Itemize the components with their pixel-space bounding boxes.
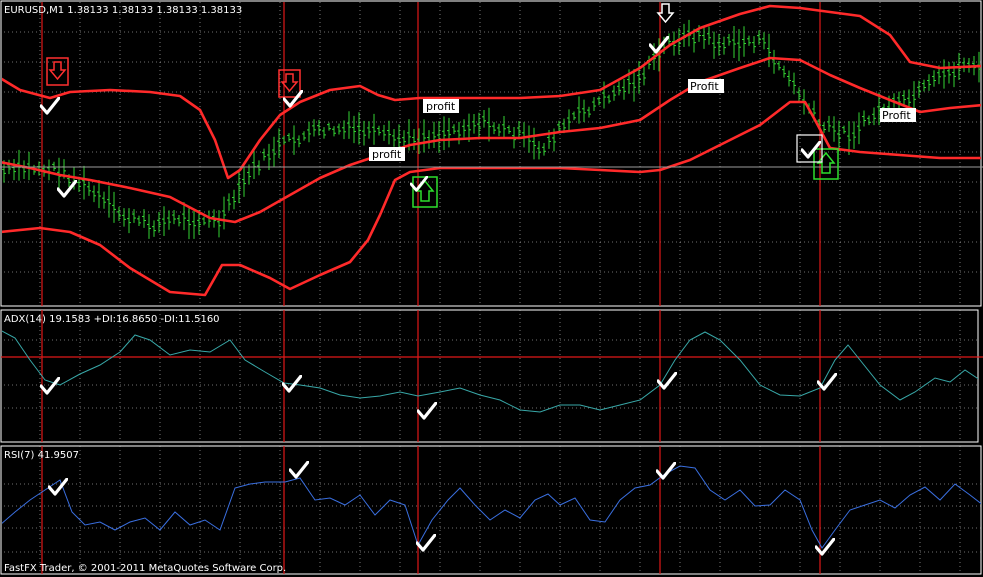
chart-window: EURUSD,M1 1.38133 1.38133 1.38133 1.3813…	[0, 0, 983, 575]
footer-copyright: FastFX Trader, © 2001-2011 MetaQuotes So…	[4, 563, 286, 574]
profit-tag-1: profit	[423, 99, 459, 113]
profit-tag-3: Profit	[688, 79, 724, 93]
svg-text:Profit: Profit	[690, 80, 719, 93]
main-price-panel: EURUSD,M1 1.38133 1.38133 1.38133 1.3813…	[0, 0, 983, 307]
svg-text:Profit: Profit	[882, 109, 911, 122]
svg-text:profit: profit	[426, 100, 456, 113]
adx-panel-header: ADX(14) 19.1583 +DI:16.8650 -DI:11.5160	[4, 314, 220, 325]
main-panel-header: EURUSD,M1 1.38133 1.38133 1.38133 1.3813…	[4, 5, 242, 16]
profit-tag-2: profit	[369, 147, 405, 161]
svg-text:profit: profit	[372, 148, 402, 161]
rsi-panel: RSI(7) 41.9507 FastFX Trader, © 2001-201…	[0, 445, 982, 575]
profit-tag-4: Profit	[880, 108, 916, 122]
rsi-panel-header: RSI(7) 41.9507	[4, 450, 79, 461]
